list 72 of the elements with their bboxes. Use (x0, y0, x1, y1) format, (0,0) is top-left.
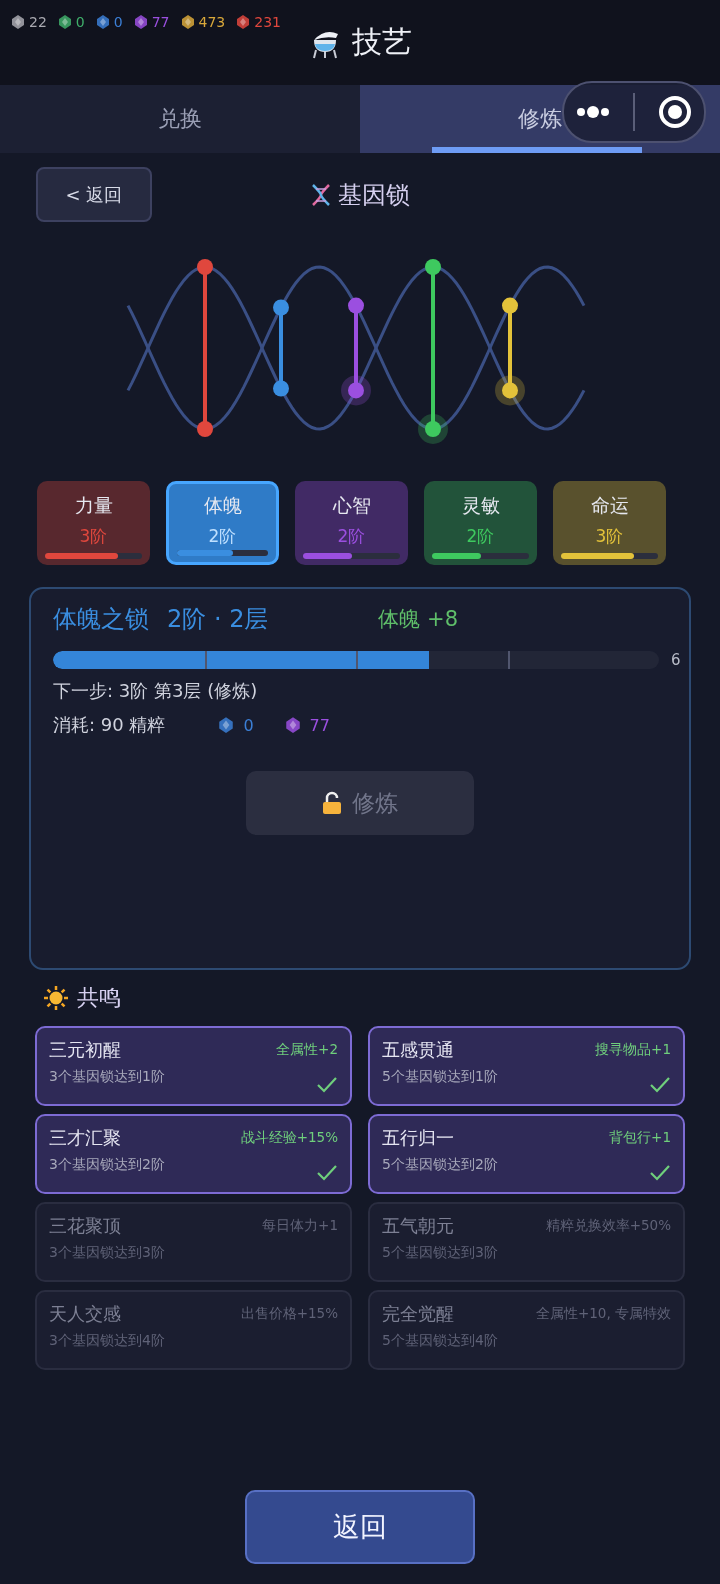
attribute-rank: 3阶 (79, 525, 108, 548)
resonance-requirement: 3个基因锁达到2阶 (49, 1156, 166, 1174)
back-button[interactable]: < 返回 (36, 167, 152, 222)
cost-text: 消耗: 90 精粹 (53, 713, 166, 737)
gem-icon (217, 716, 236, 734)
attribute-name: 体魄 (203, 493, 242, 518)
resonance-effect: 搜寻物品+1 (595, 1041, 671, 1059)
resonance-requirement: 3个基因锁达到4阶 (49, 1332, 166, 1350)
attribute-bonus: 体魄 +8 (378, 606, 459, 633)
dna-icon (310, 183, 332, 207)
gem-icon (179, 14, 196, 30)
attribute-card[interactable]: 力量 3阶 (37, 481, 150, 565)
resonance-effect: 精粹兑换效率+50% (545, 1217, 671, 1235)
resonance-requirement: 5个基因锁达到4阶 (382, 1332, 499, 1350)
resonance-effect: 每日体力+1 (262, 1217, 338, 1235)
resonance-requirement: 5个基因锁达到3阶 (382, 1244, 499, 1262)
currency-count: 473 (198, 14, 226, 30)
cost-count: 77 (309, 715, 330, 735)
resonance-name: 完全觉醒 (382, 1302, 454, 1326)
resonance-requirement: 3个基因锁达到1阶 (49, 1068, 166, 1086)
tab[interactable]: 兑换 (0, 85, 360, 153)
unlock-icon (322, 791, 342, 815)
gem-icon (56, 14, 73, 30)
return-button[interactable]: 返回 (245, 1490, 475, 1564)
sun-icon (43, 985, 69, 1011)
attribute-name: 力量 (74, 493, 113, 518)
gem-icon (94, 14, 111, 30)
gem-icon (132, 14, 149, 30)
resonance-effect: 出售价格+15% (240, 1305, 338, 1323)
resonance-requirement: 5个基因锁达到2阶 (382, 1156, 499, 1174)
lock-title: 体魄之锁 (53, 604, 149, 635)
currency-count: 77 (151, 14, 170, 30)
menu-capsule[interactable] (562, 81, 706, 143)
resonance-name: 三元初醒 (49, 1038, 121, 1062)
resonance-effect: 背包行+1 (609, 1129, 671, 1147)
attribute-card[interactable]: 体魄 2阶 (166, 481, 279, 565)
cost-count: 0 (243, 715, 254, 735)
attribute-card[interactable]: 灵敏 2阶 (424, 481, 537, 565)
resonance-requirement: 3个基因锁达到3阶 (49, 1244, 166, 1262)
resonance-requirement: 5个基因锁达到1阶 (382, 1068, 499, 1086)
attribute-rank: 2阶 (466, 525, 495, 548)
next-step-text: 下一步: 3阶 第3层 (修炼) (53, 679, 259, 703)
progress-value: 6 (671, 651, 682, 669)
resonance-name: 五行归一 (382, 1126, 454, 1150)
more-icon[interactable] (575, 105, 610, 119)
attribute-card[interactable]: 命运 3阶 (553, 481, 666, 565)
gem-icon (10, 14, 26, 30)
attribute-name: 命运 (590, 493, 629, 518)
attribute-name: 心智 (332, 493, 371, 518)
attribute-rank: 2阶 (337, 525, 366, 548)
attribute-card[interactable]: 心智 2阶 (295, 481, 408, 565)
resonance-name: 三花聚顶 (49, 1214, 121, 1238)
resonance-name: 天人交感 (49, 1302, 121, 1326)
resonance-effect: 全属性+10, 专属特效 (535, 1305, 671, 1323)
attribute-name: 灵敏 (461, 493, 500, 518)
currency-count: 231 (254, 14, 281, 30)
currency-count: 0 (75, 14, 85, 30)
resonance-effect: 战斗经验+15% (240, 1129, 338, 1147)
page-title: 技艺 (352, 23, 412, 61)
section-title: 共鸣 (77, 984, 121, 1012)
resonance-name: 三才汇聚 (49, 1126, 121, 1150)
lock-rank: 2阶 · 2层 (167, 604, 269, 635)
resonance-name: 五气朝元 (382, 1214, 454, 1238)
currency-count: 22 (29, 14, 47, 30)
currency-count: 0 (113, 14, 123, 30)
resonance-effect: 全属性+2 (276, 1041, 338, 1059)
resonance-name: 五感贯通 (382, 1038, 454, 1062)
gem-icon (235, 14, 252, 30)
attribute-rank: 3阶 (595, 525, 624, 548)
gem-icon (283, 716, 302, 734)
attribute-rank: 2阶 (208, 525, 237, 548)
section-title: 基因锁 (338, 180, 410, 211)
